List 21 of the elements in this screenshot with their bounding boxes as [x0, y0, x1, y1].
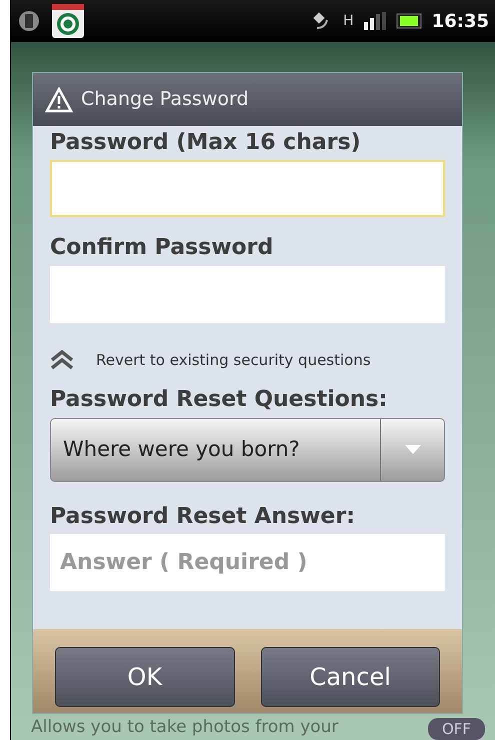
dropdown-arrow-icon: [404, 445, 420, 454]
input-field[interactable]: [50, 160, 445, 218]
debug-icon: [17, 9, 41, 33]
cancel-button[interactable]: Cancel: [260, 647, 440, 707]
dialog-title: Change Password: [81, 87, 249, 112]
field-label: Password (Max 16 chars): [50, 130, 362, 156]
double-chevron-up-icon[interactable]: [50, 350, 74, 370]
network-type-label: H: [343, 12, 354, 30]
clock-time: 16:35: [432, 10, 489, 34]
ok-button[interactable]: OK: [55, 647, 234, 707]
question-dropdown[interactable]: Where were you born?: [50, 418, 445, 482]
warning-icon: [45, 86, 73, 112]
field-label: Password Reset Questions:: [50, 387, 388, 414]
revert-link[interactable]: Revert to existing security questions: [96, 348, 371, 372]
battery-icon: [396, 13, 422, 29]
background-text: Allows you to take photos from your: [31, 716, 338, 738]
signal-icon: [364, 12, 386, 30]
field-label: Confirm Password: [50, 235, 274, 262]
app-notification-icon: [51, 3, 85, 39]
toggle-switch[interactable]: OFF: [428, 718, 485, 740]
field-label: Password Reset Answer:: [50, 504, 356, 530]
